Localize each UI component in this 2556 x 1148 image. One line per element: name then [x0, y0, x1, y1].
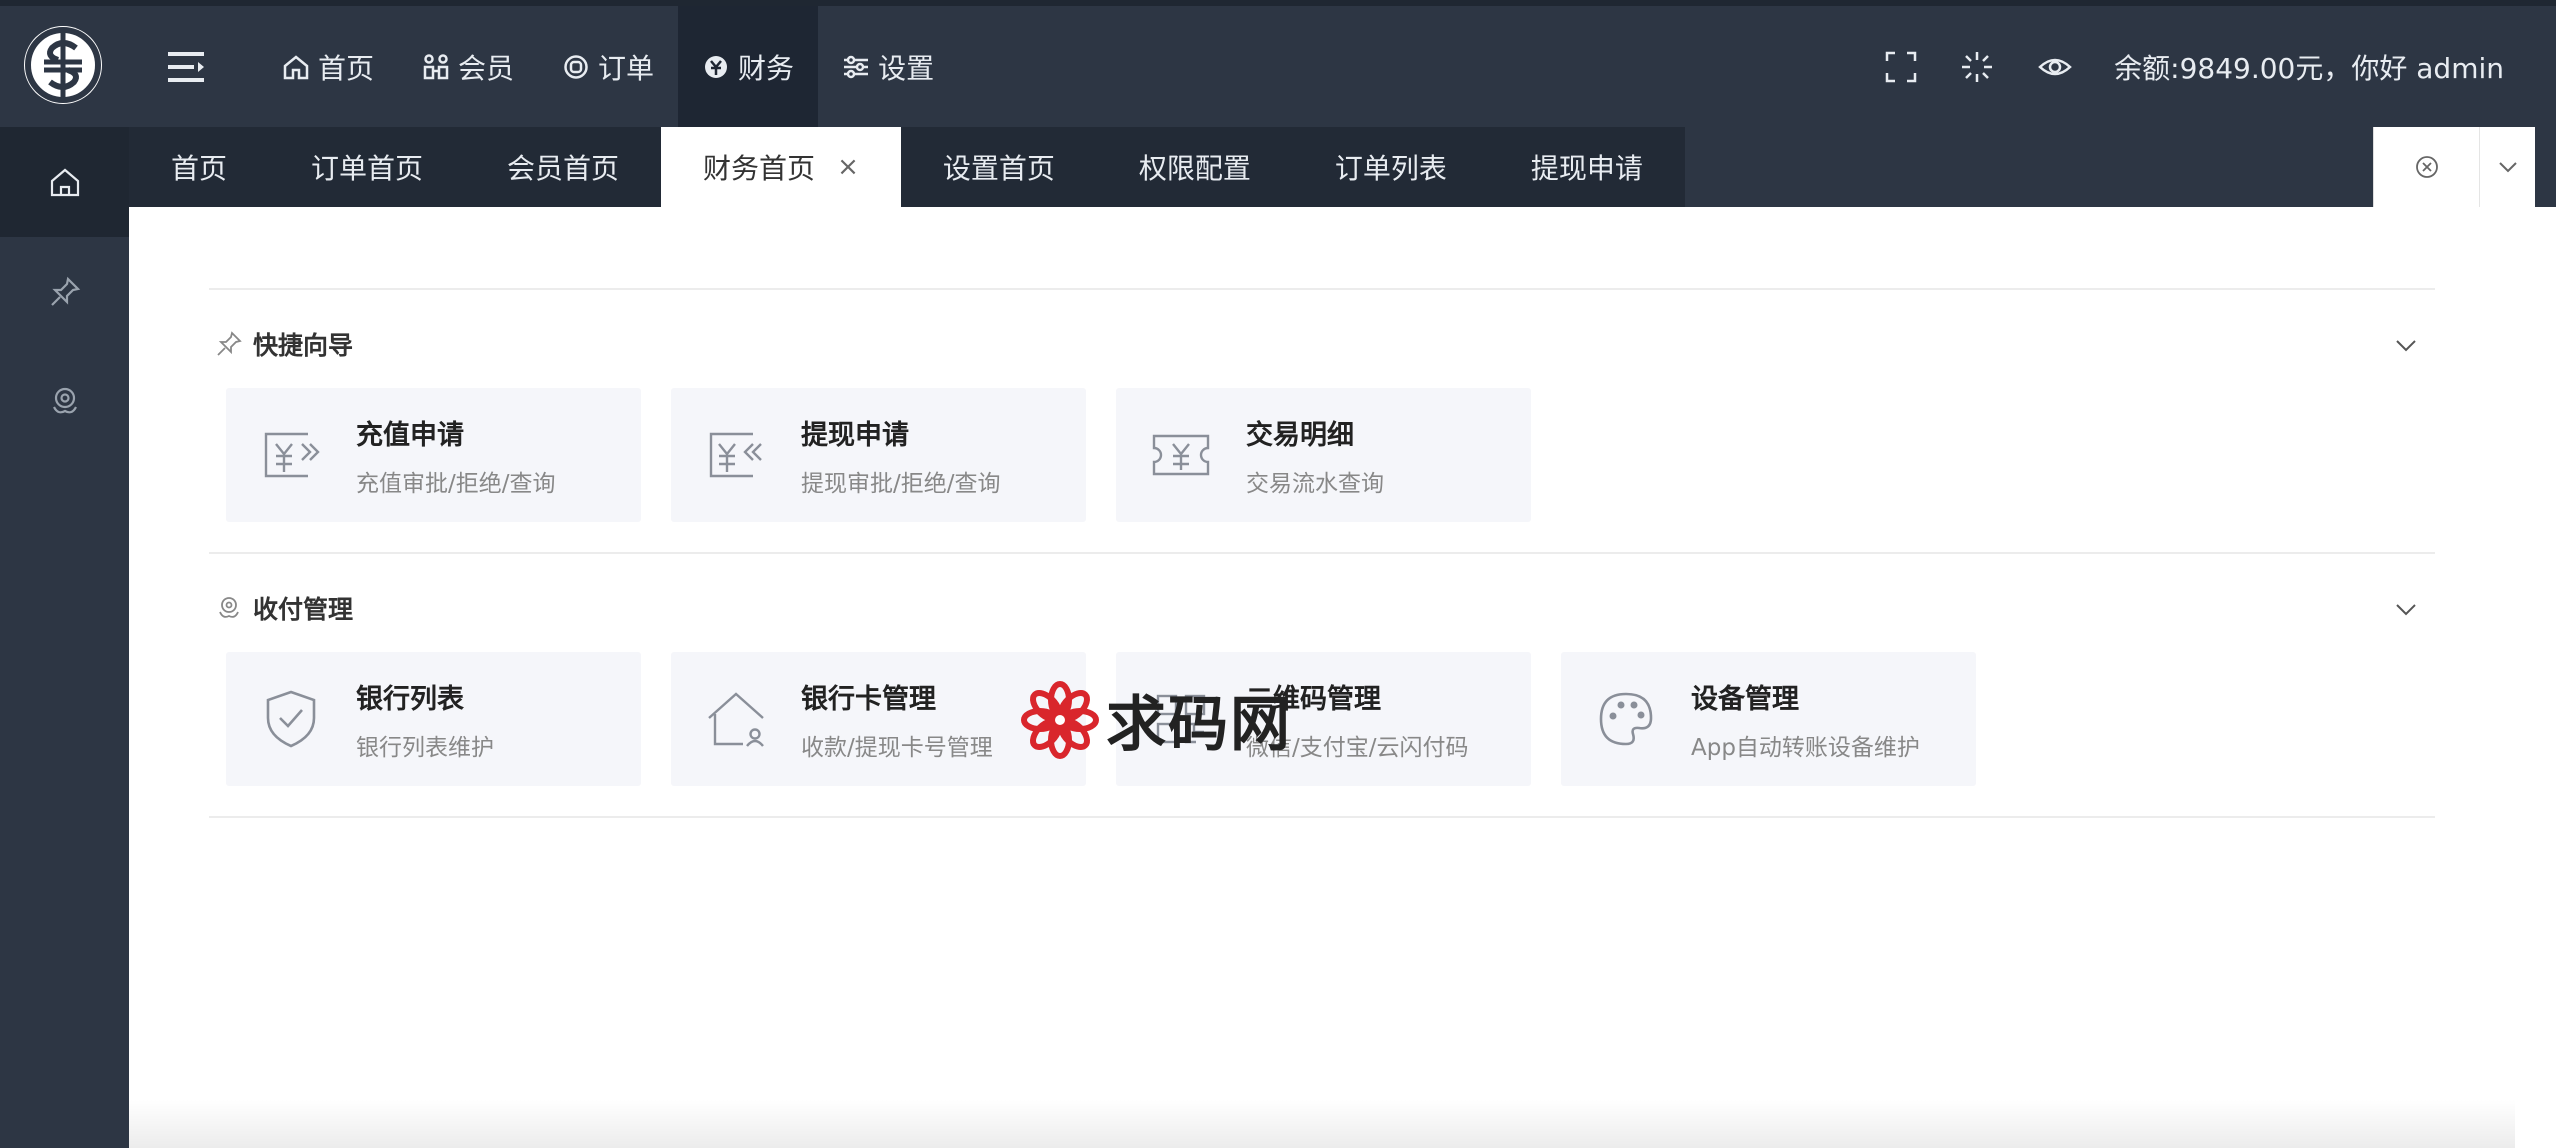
payment-icon [52, 387, 77, 414]
section-divider [209, 816, 2435, 818]
ticket-icon [1152, 434, 1210, 476]
tab-menu-dropdown[interactable] [2480, 127, 2535, 207]
pin-icon [217, 331, 242, 356]
card-title: 充值申请 [356, 419, 464, 451]
tab-label: 提现申请 [1530, 152, 1643, 185]
pin-icon [50, 276, 80, 306]
app-logo[interactable] [24, 26, 102, 104]
palette-icon [1599, 692, 1653, 746]
card-title: 设备管理 [1691, 683, 1799, 715]
tab-label: 财务首页 [703, 152, 816, 185]
sidebar-item-payment[interactable] [0, 347, 129, 457]
card-desc: 充值审批/拒绝/查询 [356, 470, 556, 497]
nav-label-finance: 财务 [738, 51, 795, 85]
main-nav: 首页 会员 订单 财务 设置 [258, 6, 958, 127]
tab-label: 订单首页 [311, 152, 424, 185]
card-recharge-apply[interactable]: 充值申请充值审批/拒绝/查询 [226, 388, 641, 522]
close-all-tabs-button[interactable] [2374, 127, 2481, 207]
section-payment-management: 收付管理 银行列表 银行列表维护 银行卡管理 收款/提现卡号管理 二维码管理 微信/支… [209, 552, 2435, 816]
user-balance-greeting[interactable]: 余额:9849.00元，你好 admin [2114, 47, 2504, 87]
tab-tools [2373, 127, 2535, 207]
card-title: 提现申请 [801, 419, 909, 451]
members-icon [423, 53, 449, 79]
card-desc: 提现审批/拒绝/查询 [801, 470, 1001, 497]
card-desc: 交易流水查询 [1246, 470, 1384, 497]
nav-label-home: 首页 [318, 51, 375, 85]
shield-check-icon [266, 690, 316, 748]
menu-toggle-icon[interactable] [168, 50, 208, 84]
nav-item-settings[interactable]: 设置 [818, 6, 958, 127]
tab-label: 权限配置 [1138, 152, 1251, 185]
tab-home[interactable]: 首页 [129, 127, 270, 207]
tab-label: 会员首页 [507, 152, 620, 185]
card-title: 银行列表 [356, 683, 464, 715]
tab-order-list[interactable]: 订单列表 [1292, 127, 1489, 207]
section-title: 收付管理 [253, 595, 354, 624]
card-list: 充值申请充值审批/拒绝/查询 提现申请提现审批/拒绝/查询 交易明细交易流水查询 [226, 388, 1531, 522]
tab-label: 订单列表 [1334, 152, 1447, 185]
refresh-loading-icon[interactable] [1960, 50, 1994, 84]
header-tools: 余额:9849.00元，你好 admin [1884, 6, 2504, 127]
chevron-down-icon [2498, 162, 2517, 173]
top-navbar: 首页 会员 订单 财务 设置 余额:9849.00元，你好 admin [0, 0, 2556, 127]
house-user-icon [708, 692, 764, 747]
card-desc: 银行列表维护 [356, 734, 494, 761]
watermark-text: 求码网 [1106, 690, 1292, 760]
card-desc: 收款/提现卡号管理 [801, 734, 993, 761]
withdraw-icon [709, 432, 762, 478]
order-icon [564, 54, 588, 79]
section-header[interactable]: 收付管理 [215, 590, 353, 626]
page-tab-bar: 首页 订单首页 会员首页 财务首页 × 设置首页 权限配置 订单列表 提现申请 [129, 127, 2556, 207]
sidebar [0, 127, 129, 1148]
recharge-icon [264, 432, 320, 478]
nav-item-orders[interactable]: 订单 [538, 6, 678, 127]
nav-item-members[interactable]: 会员 [398, 6, 538, 127]
nav-label-members: 会员 [458, 51, 515, 85]
payment-icon [219, 597, 239, 618]
tab-settings-home[interactable]: 设置首页 [900, 127, 1097, 207]
nav-item-finance[interactable]: 财务 [678, 6, 819, 127]
flower-logo-icon [1021, 680, 1099, 759]
tab-label: 首页 [171, 152, 228, 185]
content-bottom-shade [129, 1100, 2515, 1148]
nav-label-settings: 设置 [878, 51, 935, 85]
tab-withdraw-apply[interactable]: 提现申请 [1488, 127, 1685, 207]
section-header[interactable]: 快捷向导 [215, 326, 353, 362]
home-icon [50, 168, 79, 197]
home-icon [283, 54, 309, 79]
tab-permissions[interactable]: 权限配置 [1096, 127, 1293, 207]
card-desc: App自动转账设备维护 [1691, 734, 1920, 761]
card-transaction-detail[interactable]: 交易明细交易流水查询 [1116, 388, 1531, 522]
section-quick-guide: 快捷向导 充值申请 充值审批/拒绝/查询 提现申请 提现审批/拒绝/查询 交易明细交… [209, 288, 2435, 552]
tab-order-home[interactable]: 订单首页 [269, 127, 466, 207]
nav-item-home[interactable]: 首页 [258, 6, 398, 127]
tab-member-home[interactable]: 会员首页 [465, 127, 662, 207]
section-title: 快捷向导 [253, 331, 354, 360]
settings-icon [844, 55, 869, 78]
nav-label-orders: 订单 [598, 51, 655, 85]
sidebar-item-home[interactable] [0, 127, 129, 237]
finance-icon [705, 55, 728, 78]
eye-icon[interactable] [2036, 50, 2074, 84]
main-content: 快捷向导 充值申请 充值审批/拒绝/查询 提现申请 提现审批/拒绝/查询 交易明细交… [129, 207, 2515, 1148]
card-title: 交易明细 [1246, 419, 1354, 451]
card-device-management[interactable]: 设备管理 App自动转账设备维护 [1561, 652, 1976, 786]
card-bank-list[interactable]: 银行列表银行列表维护 [226, 652, 641, 786]
chevron-down-icon[interactable] [2393, 596, 2419, 622]
tab-finance-home[interactable]: 财务首页 × [661, 127, 901, 207]
card-withdraw-apply[interactable]: 提现申请提现审批/拒绝/查询 [671, 388, 1086, 522]
chevron-down-icon[interactable] [2393, 332, 2419, 358]
sidebar-item-pinned[interactable] [0, 237, 129, 347]
fullscreen-icon[interactable] [1884, 50, 1918, 84]
circle-close-icon [2415, 156, 2438, 178]
card-title: 银行卡管理 [801, 683, 936, 715]
watermark: 求码网 [1020, 676, 1292, 763]
tab-label: 设置首页 [942, 152, 1055, 185]
close-icon[interactable]: × [837, 152, 859, 182]
